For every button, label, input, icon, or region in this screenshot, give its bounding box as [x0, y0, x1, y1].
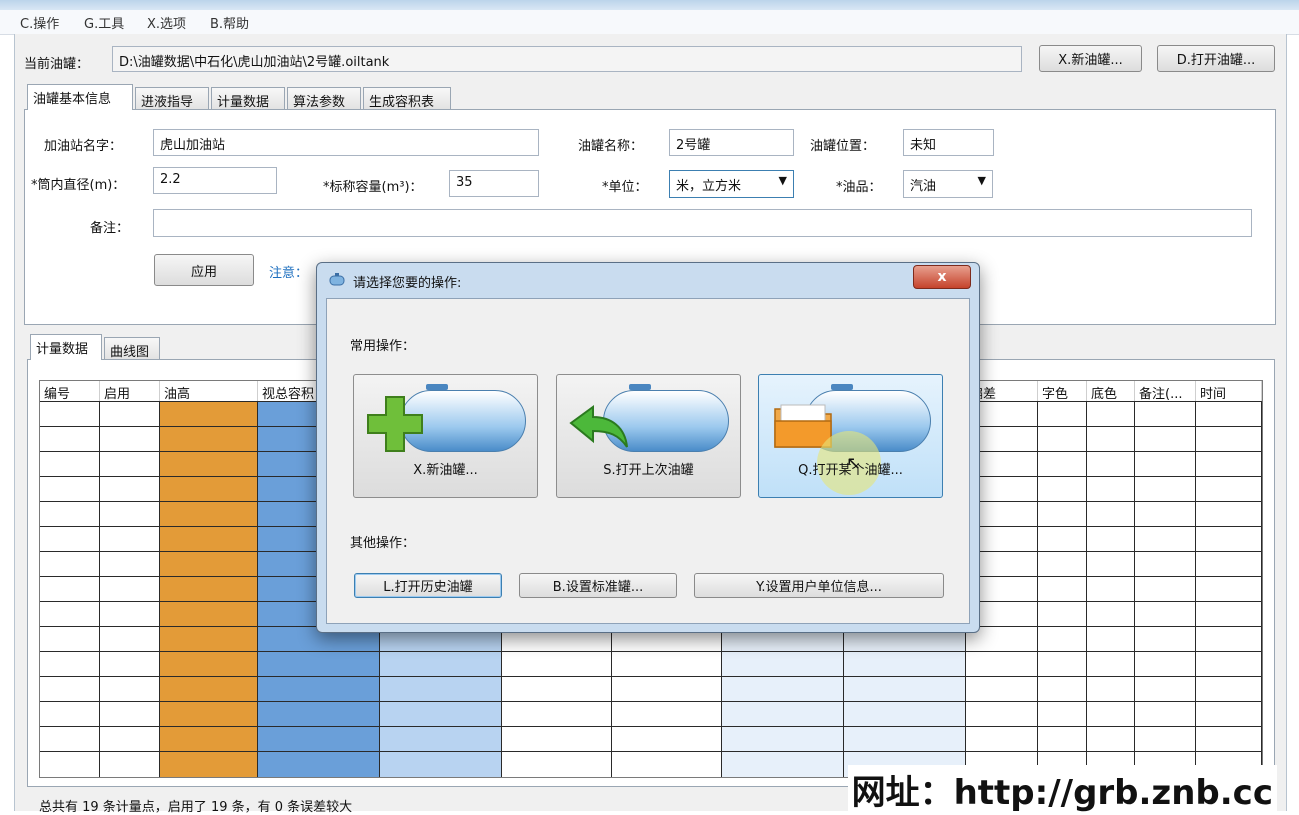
menu-options[interactable]: X.选项	[147, 13, 186, 32]
tank-name-input[interactable]: 2号罐	[669, 129, 794, 156]
note-label: 备注：	[90, 221, 130, 236]
set-user-unit-button[interactable]: Y.设置用户单位信息...	[694, 573, 944, 598]
operation-dialog: 请选择您要的操作: x 常用操作： X.新油罐... S.打开上次油罐 ↖ Q.…	[316, 262, 980, 633]
oil-type-label: *油品：	[836, 180, 882, 195]
grid-col-id	[40, 401, 100, 777]
table-row	[40, 751, 1262, 752]
table-row	[40, 651, 1262, 652]
tank-cap-icon	[629, 384, 651, 390]
table-row	[40, 726, 1262, 727]
tank-cap-icon	[426, 384, 448, 390]
menu-operate[interactable]: C.操作	[20, 13, 59, 32]
tab-gen-volume-table[interactable]: 生成容积表	[363, 87, 451, 110]
tab-algo-params[interactable]: 算法参数	[287, 87, 361, 110]
current-tank-label: 当前油罐：	[24, 57, 90, 72]
tab-basic-info[interactable]: 油罐基本信息	[27, 84, 133, 110]
capacity-label: *标称容量(m³)：	[323, 180, 423, 195]
grid-col-note	[1135, 401, 1196, 777]
tab-measure-data-sub[interactable]: 计量数据	[30, 334, 102, 360]
new-tank-big-button[interactable]: X.新油罐...	[353, 374, 538, 498]
common-ops-label: 常用操作：	[350, 339, 416, 354]
menu-bar: C.操作 G.工具 X.选项 B.帮助	[0, 10, 1299, 35]
diameter-input[interactable]: 2.2	[153, 167, 277, 194]
tank-position-label: 油罐位置：	[810, 139, 876, 154]
dialog-close-button[interactable]: x	[913, 265, 971, 289]
window-title-strip	[0, 0, 1299, 10]
menu-tools[interactable]: G.工具	[84, 13, 124, 32]
unit-label: *单位：	[602, 180, 648, 195]
hint-label: 注意：	[269, 266, 309, 281]
diameter-label: *筒内直径(m)：	[31, 178, 126, 193]
back-arrow-icon	[569, 405, 628, 448]
grid-header-oil-height[interactable]: 油高	[160, 381, 258, 401]
tank-position-input[interactable]: 未知	[903, 129, 994, 156]
watermark-text: 网址：http://grb.znb.cc	[847, 765, 1277, 814]
station-label: 加油站名字：	[44, 139, 123, 154]
dialog-title: 请选择您要的操作:	[353, 276, 462, 291]
set-standard-tank-button[interactable]: B.设置标准罐...	[519, 573, 677, 598]
tab-measure-data[interactable]: 计量数据	[211, 87, 285, 110]
oil-type-select-value: 汽油	[910, 179, 937, 194]
grid-header-bg-color[interactable]: 底色	[1087, 381, 1135, 401]
open-tank-button[interactable]: D.打开油罐...	[1157, 45, 1275, 72]
note-input[interactable]	[153, 209, 1252, 237]
close-icon: x	[937, 269, 947, 285]
grid-header-font-color[interactable]: 字色	[1038, 381, 1087, 401]
open-tank-big-label: Q.打开某个油罐...	[798, 463, 903, 478]
tab-fill-guide[interactable]: 进液指导	[135, 87, 209, 110]
open-last-tank-button[interactable]: S.打开上次油罐	[556, 374, 741, 498]
open-history-tank-button[interactable]: L.打开历史油罐	[354, 573, 502, 598]
apply-button[interactable]: 应用	[154, 254, 254, 286]
tank-cap-icon	[831, 384, 853, 390]
oil-type-select[interactable]: 汽油 ▼	[903, 170, 993, 198]
open-last-tank-label: S.打开上次油罐	[603, 463, 694, 478]
tab-curve-chart[interactable]: 曲线图	[104, 337, 160, 360]
new-tank-button[interactable]: X.新油罐...	[1039, 45, 1142, 72]
dialog-body: 常用操作： X.新油罐... S.打开上次油罐 ↖ Q.打开某个油罐... 其他…	[326, 298, 970, 624]
grid-col-enabled	[100, 401, 160, 777]
grid-header-id[interactable]: 编号	[40, 381, 100, 401]
open-tank-big-button[interactable]: ↖ Q.打开某个油罐...	[758, 374, 943, 498]
chevron-down-icon: ▼	[778, 174, 787, 187]
unit-select[interactable]: 米，立方米 ▼	[669, 170, 794, 198]
table-row	[40, 701, 1262, 702]
unit-select-value: 米，立方米	[676, 179, 742, 194]
grid-header-enabled[interactable]: 启用	[100, 381, 160, 401]
grid-col-bg-color	[1087, 401, 1135, 777]
grid-col-oil-height	[160, 401, 258, 777]
grid-header-time[interactable]: 时间	[1196, 381, 1262, 401]
grid-col-font-color	[1038, 401, 1087, 777]
grid-status-text: 总共有 19 条计量点，启用了 19 条，有 0 条误差较大	[39, 800, 353, 815]
grid-header-note[interactable]: 备注(...	[1135, 381, 1196, 401]
menu-help[interactable]: B.帮助	[210, 13, 249, 32]
other-ops-label: 其他操作：	[350, 536, 416, 551]
current-tank-path: D:\油罐数据\中石化\虎山加油站\2号罐.oiltank	[112, 46, 1022, 72]
chevron-down-icon: ▼	[977, 174, 986, 187]
grid-col-time	[1196, 401, 1262, 777]
plus-icon	[367, 396, 423, 452]
table-row	[40, 676, 1262, 677]
capacity-input[interactable]: 35	[449, 170, 539, 197]
tank-name-label: 油罐名称：	[578, 139, 644, 154]
new-tank-big-label: X.新油罐...	[413, 463, 478, 478]
station-name-input[interactable]: 虎山加油站	[153, 129, 539, 156]
app-icon	[329, 272, 345, 286]
